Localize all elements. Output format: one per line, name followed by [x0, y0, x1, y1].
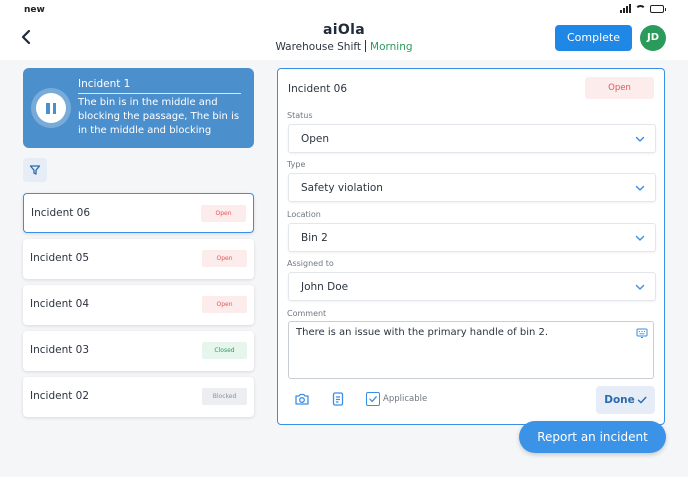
status-field-label: Status	[287, 111, 313, 120]
incident-list-item-02[interactable]: Incident 02 Blocked	[23, 377, 254, 417]
type-field-label: Type	[287, 160, 306, 169]
status-badge: Open	[202, 250, 247, 267]
document-button[interactable]	[329, 390, 347, 408]
wifi-icon	[635, 4, 646, 13]
status-select[interactable]: Open	[288, 124, 656, 153]
done-label: Done	[604, 394, 635, 406]
checkmark-icon	[637, 396, 647, 404]
assigned-select[interactable]: John Doe	[288, 272, 656, 301]
shift-name: Morning	[370, 41, 413, 53]
battery-icon	[650, 4, 666, 13]
status-badge: Blocked	[202, 388, 247, 405]
filter-icon	[29, 165, 41, 175]
active-incident-description: The bin is in the middle and blocking th…	[78, 97, 240, 136]
chevron-down-icon	[635, 284, 645, 290]
shift-location: Warehouse Shift	[275, 41, 362, 53]
incident-list-label: Incident 06	[31, 207, 91, 219]
location-field-label: Location	[287, 210, 321, 219]
incident-list-label: Incident 03	[30, 344, 90, 356]
app-header: aiOla Warehouse Shift Morning Complete JD	[0, 20, 688, 60]
status-select-value: Open	[301, 133, 330, 145]
active-incident-divider	[78, 93, 241, 94]
detail-status-badge: Open	[585, 77, 654, 99]
keyboard-icon[interactable]	[636, 327, 648, 339]
filter-button[interactable]	[23, 158, 47, 182]
subtitle-divider	[365, 40, 367, 52]
incident-list-label: Incident 05	[30, 252, 90, 264]
detail-title: Incident 06	[288, 83, 348, 95]
report-incident-button[interactable]: Report an incident	[519, 421, 666, 453]
incident-list-item-04[interactable]: Incident 04 Open	[23, 285, 254, 325]
active-incident-card: Incident 1 The bin is in the middle and …	[23, 68, 254, 148]
incident-list-item-03[interactable]: Incident 03 Closed	[23, 331, 254, 371]
location-select[interactable]: Bin 2	[288, 223, 656, 252]
complete-button[interactable]: Complete	[555, 25, 632, 51]
status-badge: Closed	[202, 342, 247, 359]
pause-ring	[31, 88, 71, 128]
camera-button[interactable]	[293, 390, 311, 408]
location-select-value: Bin 2	[301, 232, 328, 244]
status-bar: new	[0, 0, 688, 20]
document-icon	[332, 392, 344, 406]
incident-list-label: Incident 04	[30, 298, 90, 310]
type-select-value: Safety violation	[301, 182, 383, 194]
user-avatar[interactable]: JD	[640, 25, 666, 51]
incident-list-item-06[interactable]: Incident 06 Open	[23, 193, 254, 233]
status-badge: Open	[201, 205, 246, 222]
checkbox-checked-icon	[366, 392, 380, 406]
incident-detail-panel: Incident 06 Open Status Open Type Safety…	[277, 68, 665, 425]
type-select[interactable]: Safety violation	[288, 173, 656, 202]
status-time: new	[24, 5, 45, 15]
assigned-select-value: John Doe	[301, 281, 349, 293]
assigned-field-label: Assigned to	[287, 259, 334, 268]
status-badge: Open	[202, 296, 247, 313]
status-icons	[620, 4, 666, 13]
comment-text: There is an issue with the primary handl…	[296, 327, 549, 338]
incident-list-item-05[interactable]: Incident 05 Open	[23, 239, 254, 279]
camera-icon	[295, 393, 309, 405]
comment-field-label: Comment	[287, 309, 327, 318]
pause-icon	[45, 102, 58, 114]
active-incident-title: Incident 1	[78, 78, 131, 90]
pause-button[interactable]	[36, 93, 66, 123]
chevron-down-icon	[635, 235, 645, 241]
incident-list-label: Incident 02	[30, 390, 90, 402]
chevron-down-icon	[635, 136, 645, 142]
chevron-down-icon	[635, 185, 645, 191]
comment-field[interactable]: There is an issue with the primary handl…	[288, 321, 654, 379]
done-button[interactable]: Done	[596, 386, 655, 414]
applicable-label: Applicable	[383, 394, 428, 404]
applicable-checkbox[interactable]: Applicable	[366, 392, 427, 406]
signal-icon	[620, 4, 631, 13]
